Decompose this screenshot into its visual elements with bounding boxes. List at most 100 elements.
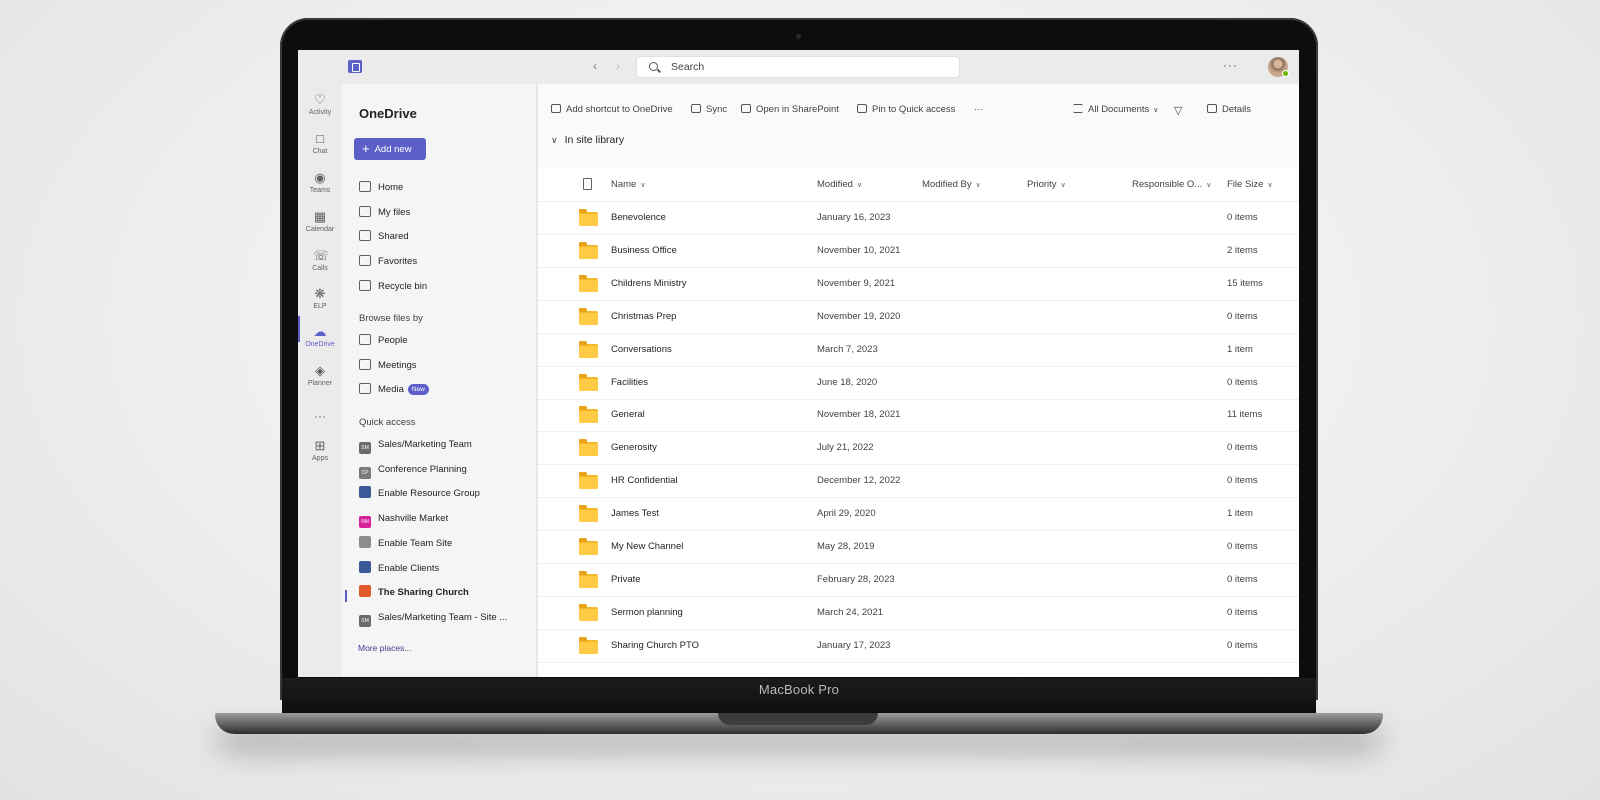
table-row[interactable]: My New Channel May 28, 2019 0 items [538, 531, 1299, 564]
forward-arrow-icon[interactable]: › [616, 59, 620, 73]
filter-icon[interactable]: ▽ [1174, 104, 1182, 117]
folder-name[interactable]: General [611, 409, 645, 420]
chevron-down-icon: ∨ [640, 182, 646, 189]
rail-item-more[interactable]: ··· [298, 404, 342, 440]
column-responsible[interactable]: Responsible O... ∨ [1132, 179, 1211, 190]
site-icon [359, 486, 371, 499]
folder-name[interactable]: My New Channel [611, 541, 683, 552]
rail-label: Teams [309, 187, 331, 194]
chevron-down-icon: ∨ [1267, 182, 1273, 189]
table-row[interactable]: Business Office November 10, 2021 2 items [538, 235, 1299, 268]
app-rail: ♡ Activity □ Chat ◉ Teams ▦ Calendar ☏ Calls ❋ ELP ☁… [298, 84, 342, 677]
quick-access-item[interactable]: SM Sales/Marketing Team - Site ... [359, 609, 507, 627]
rail-item-chat[interactable]: □ Chat [298, 129, 342, 165]
view-selector[interactable]: All Documents ∨ [1073, 104, 1158, 115]
back-arrow-icon[interactable]: ‹ [593, 59, 597, 73]
sidebar-item-home[interactable]: Home [359, 179, 403, 197]
quick-access-item[interactable]: NM Nashville Market [359, 510, 448, 529]
folder-name[interactable]: Business Office [611, 245, 677, 256]
column-modified-by[interactable]: Modified By ∨ [922, 179, 981, 190]
column-file-size[interactable]: File Size ∨ [1227, 179, 1273, 190]
folder-name[interactable]: Benevolence [611, 212, 666, 223]
search-input[interactable]: Search [636, 56, 960, 78]
table-row[interactable]: Generosity July 21, 2022 0 items [538, 432, 1299, 466]
modified-date: November 18, 2021 [817, 409, 901, 421]
rail-item-calls[interactable]: ☏ Calls [298, 246, 342, 282]
sidebar-item-shared[interactable]: Shared [359, 228, 409, 246]
folder-name[interactable]: HR Confidential [611, 475, 678, 486]
folder-icon [579, 340, 598, 358]
folder-name[interactable]: Sharing Church PTO [611, 640, 699, 651]
device-brand: MacBook Pro [758, 682, 840, 697]
table-row[interactable]: James Test April 29, 2020 1 item [538, 498, 1299, 532]
modified-date: February 28, 2023 [817, 573, 895, 585]
table-row[interactable]: Conversations March 7, 2023 1 item [538, 334, 1299, 367]
table-row[interactable]: Childrens Ministry November 9, 2021 15 ite… [538, 268, 1299, 301]
folder-name[interactable]: Generosity [611, 442, 657, 453]
table-row[interactable]: General November 18, 2021 11 items [538, 399, 1299, 433]
folder-name[interactable]: James Test [611, 508, 659, 519]
folder-name[interactable]: Childrens Ministry [611, 278, 687, 289]
quick-access-item[interactable]: SM Sales/Marketing Team [359, 436, 472, 454]
quick-access-label: Conference Planning [378, 463, 467, 475]
open-in-sharepoint-button[interactable]: Open in SharePoint [741, 104, 839, 115]
table-row[interactable]: Sharing Church PTO January 17, 2023 0 item… [538, 630, 1299, 663]
quick-access-item[interactable]: Enable Team Site [359, 535, 452, 553]
column-priority-label: Priority [1027, 179, 1057, 190]
sidebar-item-my-files[interactable]: My files [359, 204, 410, 222]
folder-name[interactable]: Sermon planning [611, 607, 683, 618]
more-places-link[interactable]: More places... [358, 643, 411, 653]
site-icon [359, 560, 371, 573]
chevron-down-icon: ∨ [1060, 182, 1066, 189]
folder-name[interactable]: Christmas Prep [611, 311, 676, 322]
column-priority[interactable]: Priority ∨ [1027, 179, 1066, 190]
table-row[interactable]: Christmas Prep November 19, 2020 0 items [538, 301, 1299, 334]
rail-item-apps[interactable]: ⊞ Apps [298, 436, 342, 472]
folder-icon [579, 406, 598, 424]
rail-item-teams[interactable]: ◉ Teams [298, 168, 342, 204]
folder-name[interactable]: Facilities [611, 377, 648, 388]
rail-item-calendar[interactable]: ▦ Calendar [298, 207, 342, 243]
column-modified[interactable]: Modified ∨ [817, 179, 862, 190]
folder-name[interactable]: Private [611, 574, 641, 585]
add-shortcut-button[interactable]: Add shortcut to OneDrive [551, 104, 673, 115]
quick-access-item[interactable]: Enable Resource Group [359, 485, 480, 503]
sidebar-item-media[interactable]: Media New [359, 381, 429, 399]
site-library-toggle[interactable]: ∨ In site library [551, 134, 624, 146]
sidebar-title: OneDrive [359, 106, 417, 121]
sidebar-item-label: People [378, 335, 408, 346]
quick-access-item[interactable]: CP Conference Planning [359, 461, 467, 479]
file-type-icon[interactable] [583, 178, 592, 190]
sidebar-item-label: Recycle bin [378, 280, 428, 292]
add-new-button[interactable]: + Add new [354, 138, 426, 160]
file-size: 1 item [1227, 343, 1253, 355]
details-button[interactable]: Details [1207, 104, 1251, 115]
column-name[interactable]: Name ∨ [611, 179, 645, 190]
rail-item-activity[interactable]: ♡ Activity [298, 90, 342, 126]
rail-item-onedrive[interactable]: ☁ OneDrive [298, 322, 342, 358]
sidebar-item-favorites[interactable]: Favorites [359, 253, 417, 271]
file-list: Name ∨ Modified ∨ Modified By ∨ Priority ∨ R… [538, 168, 1299, 677]
table-row[interactable]: Private February 28, 2023 0 items [538, 564, 1299, 597]
sidebar-item-meetings[interactable]: Meetings [359, 357, 417, 375]
more-options-icon[interactable]: ··· [1223, 58, 1238, 72]
folder-icon [579, 636, 598, 654]
rail-item-planner[interactable]: ◈ Planner [298, 361, 342, 397]
pin-quick-access-button[interactable]: Pin to Quick access [857, 104, 955, 115]
quick-access-item[interactable]: The Sharing Church [359, 584, 469, 602]
sidebar-item-recycle-bin[interactable]: Recycle bin [359, 278, 427, 296]
table-row[interactable]: Sermon planning March 24, 2021 0 items [538, 597, 1299, 630]
sync-button[interactable]: Sync [691, 104, 727, 115]
table-row[interactable]: HR Confidential December 12, 2022 0 items [538, 465, 1299, 499]
teams-window: ‹ › Search ··· ♡ Activity □ Chat ◉ Teams ▦ Cale… [298, 50, 1299, 677]
table-row[interactable]: Facilities June 18, 2020 0 items [538, 367, 1299, 400]
more-commands-icon[interactable]: ··· [974, 104, 984, 115]
folder-name[interactable]: Conversations [611, 344, 672, 355]
table-row[interactable]: Benevolence January 16, 2023 0 items [538, 202, 1299, 235]
folder-icon [579, 603, 598, 621]
sidebar-item-people[interactable]: People [359, 332, 408, 350]
rail-label: ELP [313, 303, 327, 310]
quick-access-item[interactable]: Enable Clients [359, 560, 439, 578]
rail-item-elp[interactable]: ❋ ELP [298, 284, 342, 320]
more-icon: ··· [314, 409, 326, 423]
